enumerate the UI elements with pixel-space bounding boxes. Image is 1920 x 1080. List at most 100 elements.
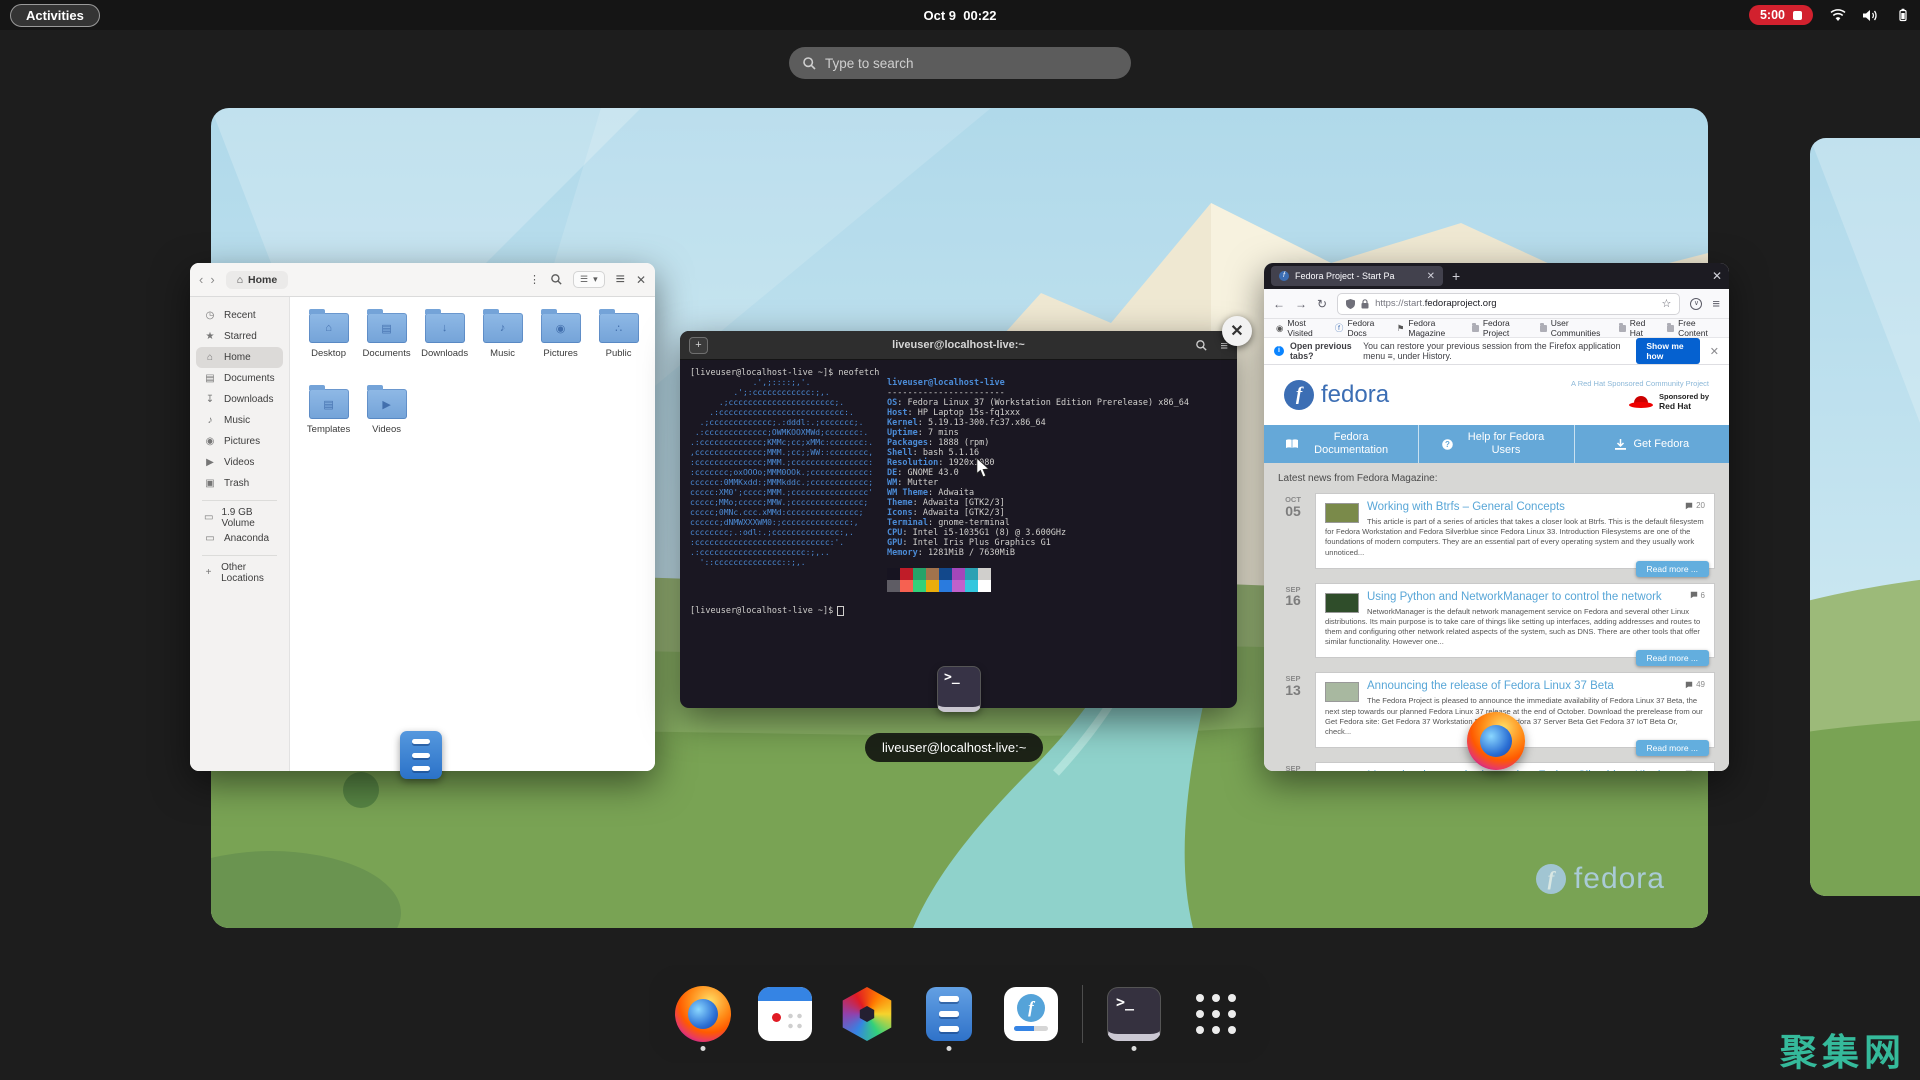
hamburger-menu-icon[interactable]: ≡ (1712, 296, 1720, 311)
files-window[interactable]: ‹ › ⌂ Home ⋮ ☰ ▾ ≡ ✕ ◷ Recent ★ Starred ⌂ (190, 263, 655, 771)
nav-get-fedora[interactable]: Get Fedora (1575, 425, 1729, 463)
dock-app-grid[interactable] (1185, 972, 1247, 1056)
sidebar-item[interactable]: ▤ Documents (196, 368, 283, 389)
bookmark-item[interactable]: User Communities (1539, 318, 1606, 338)
back-icon[interactable]: ‹ (199, 272, 203, 287)
files-app-badge[interactable] (400, 731, 442, 779)
close-icon[interactable]: ✕ (636, 273, 646, 287)
shield-icon[interactable] (1346, 298, 1356, 309)
reload-icon[interactable]: ↻ (1317, 297, 1327, 311)
firefox-window[interactable]: f Fedora Project - Start Pa ✕ + ✕ ← → ↻ … (1264, 263, 1729, 771)
dock-files[interactable] (918, 972, 980, 1056)
folder-item[interactable]: ♪ Music (474, 309, 532, 389)
new-tab-button[interactable]: + (1452, 268, 1460, 284)
article-title[interactable]: Working with Btrfs – General Concepts (1325, 501, 1705, 514)
system-status-area[interactable]: 5:00 (1748, 5, 1910, 25)
sidebar-item[interactable]: ⌂ Home (196, 347, 283, 368)
forward-icon[interactable]: › (210, 272, 214, 287)
sidebar-item[interactable]: ▣ Trash (196, 473, 283, 494)
article-title[interactable]: Announcing the release of Fedora Linux 3… (1325, 680, 1705, 693)
article-title[interactable]: Manual action required to update Fedora … (1325, 770, 1705, 771)
sidebar-item-icon: ▣ (205, 478, 215, 489)
sidebar-item[interactable]: ★ Starred (196, 326, 283, 347)
article-excerpt: This article is part of a series of arti… (1325, 517, 1704, 557)
fedora-logo[interactable]: f fedora (1284, 380, 1389, 410)
read-more-button[interactable]: Read more ... (1635, 560, 1709, 577)
folder-emblem-icon: ∴ (615, 322, 623, 335)
sidebar-item[interactable]: ▶ Videos (196, 452, 283, 473)
bookmark-item[interactable]: Red Hat (1618, 318, 1654, 338)
nav-help-for-fedora-users[interactable]: ? Help for Fedora Users (1419, 425, 1575, 463)
clock[interactable]: Oct 9 00:22 (924, 8, 997, 23)
bookmark-item[interactable]: Free Content (1667, 318, 1717, 338)
folder-item[interactable]: ◉ Pictures (532, 309, 590, 389)
read-more-button[interactable]: Read more ... (1635, 739, 1709, 756)
screen-recording-indicator[interactable]: 5:00 (1748, 5, 1813, 25)
bookmark-item[interactable]: ◉ Most Visited (1276, 318, 1322, 338)
lock-icon[interactable] (1361, 298, 1369, 309)
sidebar-item-icon: ★ (205, 331, 215, 342)
terminal-app-badge[interactable]: >_ (937, 666, 981, 712)
breadcrumb[interactable]: ⌂ Home (225, 270, 289, 289)
bookmark-item[interactable]: ⚑ Fedora Magazine (1397, 318, 1459, 338)
bookmark-star-icon[interactable]: ☆ (1662, 297, 1672, 310)
bookmark-item[interactable]: ⓕ Fedora Docs (1335, 318, 1384, 338)
window-close-icon[interactable]: ✕ (1712, 269, 1722, 283)
neofetch-info-line: GPUIntel Iris Plus Graphics G1 (887, 538, 1189, 548)
sidebar-item[interactable]: ▭ Anaconda (196, 528, 283, 549)
pocket-icon[interactable]: ∨ (1690, 297, 1703, 310)
sidebar-item[interactable]: ◷ Recent (196, 305, 283, 326)
url-bar[interactable]: https://start.fedoraproject.org ☆ (1337, 292, 1681, 315)
search-input[interactable] (825, 55, 1117, 71)
search-icon (803, 56, 816, 70)
forward-icon[interactable]: → (1295, 297, 1307, 311)
stop-recording-icon[interactable] (1793, 10, 1802, 20)
search-icon[interactable] (551, 274, 562, 285)
browser-tab[interactable]: f Fedora Project - Start Pa ✕ (1271, 266, 1443, 286)
search-icon[interactable] (1196, 339, 1208, 351)
folder-item[interactable]: ∴ Public (590, 309, 648, 389)
folder-item[interactable]: ▤ Templates (300, 385, 358, 465)
dock-photos[interactable] (836, 972, 898, 1056)
folder-item[interactable]: ▶ Videos (358, 385, 416, 465)
article-title[interactable]: Using Python and NetworkManager to contr… (1325, 591, 1705, 604)
workspace-preview-next[interactable] (1810, 138, 1920, 896)
view-toggle-button[interactable]: ☰ ▾ (572, 271, 605, 288)
terminal-color-palette (887, 568, 1189, 592)
sidebar-item[interactable]: ▭ 1.9 GB Volume (196, 500, 283, 529)
neofetch-info-line: ThemeAdwaita [GTK2/3] (887, 498, 1189, 508)
folder-item[interactable]: ↓ Downloads (416, 309, 474, 389)
dock-calendar[interactable] (754, 972, 816, 1056)
activities-button[interactable]: Activities (10, 3, 100, 27)
dock-terminal[interactable]: >_ (1103, 972, 1165, 1056)
bookmark-item[interactable]: Fedora Project (1471, 318, 1527, 338)
search-bar[interactable] (789, 47, 1131, 79)
comment-count: 49 (1685, 680, 1705, 689)
terminal-prompt[interactable]: [liveuser@localhost-live ~]$ (690, 606, 1227, 616)
dock-firefox[interactable] (672, 972, 734, 1056)
sidebar-item[interactable]: ♪ Music (196, 410, 283, 431)
sidebar-item[interactable]: ↧ Downloads (196, 389, 283, 410)
back-icon[interactable]: ← (1273, 297, 1285, 311)
sidebar-item[interactable]: + Other Locations (196, 555, 283, 584)
hamburger-menu-icon[interactable]: ≡ (616, 271, 625, 289)
close-window-button[interactable]: ✕ (1222, 316, 1252, 346)
firefox-app-badge[interactable] (1467, 712, 1525, 770)
show-me-how-button[interactable]: Show me how (1636, 338, 1700, 364)
kebab-menu-icon[interactable]: ⋮ (529, 273, 540, 286)
sidebar-item[interactable]: ◉ Pictures (196, 431, 283, 452)
folder-item[interactable]: ▤ Documents (358, 309, 416, 389)
nav-fedora-documentation[interactable]: Fedora Documentation (1264, 425, 1420, 463)
folder-item[interactable]: ⌂ Desktop (300, 309, 358, 389)
folder-emblem-icon: ▶ (382, 398, 391, 411)
chevron-down-icon: ▾ (593, 274, 598, 284)
sponsor-block: Sponsored by Red Hat (1571, 392, 1709, 411)
tab-close-icon[interactable]: ✕ (1427, 271, 1435, 282)
neofetch-info-line: Resolution1920x1080 (887, 458, 1189, 468)
terminal-window[interactable]: + liveuser@localhost-live:~ ≡ [liveuser@… (680, 331, 1237, 708)
read-more-button[interactable]: Read more ... (1635, 650, 1709, 667)
close-icon[interactable]: ✕ (1710, 345, 1719, 358)
dock-fedora-media-writer[interactable]: f (1000, 972, 1062, 1056)
article-date: OCT 05 (1285, 495, 1301, 519)
new-tab-icon[interactable]: + (689, 336, 708, 354)
